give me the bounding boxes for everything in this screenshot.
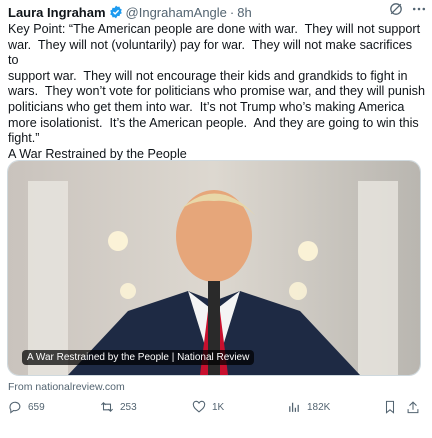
more-icon[interactable] — [411, 1, 427, 17]
action-bar: 659 253 1K 182K — [0, 400, 432, 424]
reply-icon — [9, 401, 21, 414]
card-caption: A War Restrained by the People | Nationa… — [22, 350, 255, 365]
card-image — [8, 161, 420, 375]
views-button[interactable]: 182K — [287, 400, 330, 414]
repost-count: 253 — [120, 401, 137, 413]
bookmark-button[interactable] — [383, 400, 403, 414]
tweet[interactable]: Laura Ingraham @IngrahamAngle · 8h Key P… — [0, 0, 432, 438]
link-card[interactable]: A War Restrained by the People | Nationa… — [7, 160, 421, 376]
views-count: 182K — [307, 401, 331, 413]
separator-dot: · — [229, 4, 235, 20]
reply-button[interactable]: 659 — [8, 400, 45, 414]
card-source[interactable]: From nationalreview.com — [8, 381, 125, 393]
like-icon — [192, 400, 206, 413]
like-count: 1K — [212, 401, 225, 413]
author-handle[interactable]: @IngrahamAngle — [126, 5, 227, 20]
views-icon — [289, 402, 299, 412]
author-name[interactable]: Laura Ingraham — [8, 5, 106, 20]
repost-icon — [101, 402, 113, 412]
reply-count: 659 — [28, 401, 45, 413]
like-button[interactable]: 1K — [192, 400, 224, 414]
bookmark-icon — [385, 400, 395, 414]
tweet-text: Key Point: “The American people are done… — [8, 22, 425, 161]
repost-button[interactable]: 253 — [100, 400, 137, 414]
tweet-header: Laura Ingraham @IngrahamAngle · 8h — [8, 3, 428, 21]
verified-badge-icon — [109, 5, 123, 19]
share-button[interactable] — [406, 400, 426, 414]
share-icon — [407, 401, 419, 414]
tweet-time[interactable]: 8h — [237, 5, 251, 20]
grok-icon[interactable] — [388, 1, 404, 17]
